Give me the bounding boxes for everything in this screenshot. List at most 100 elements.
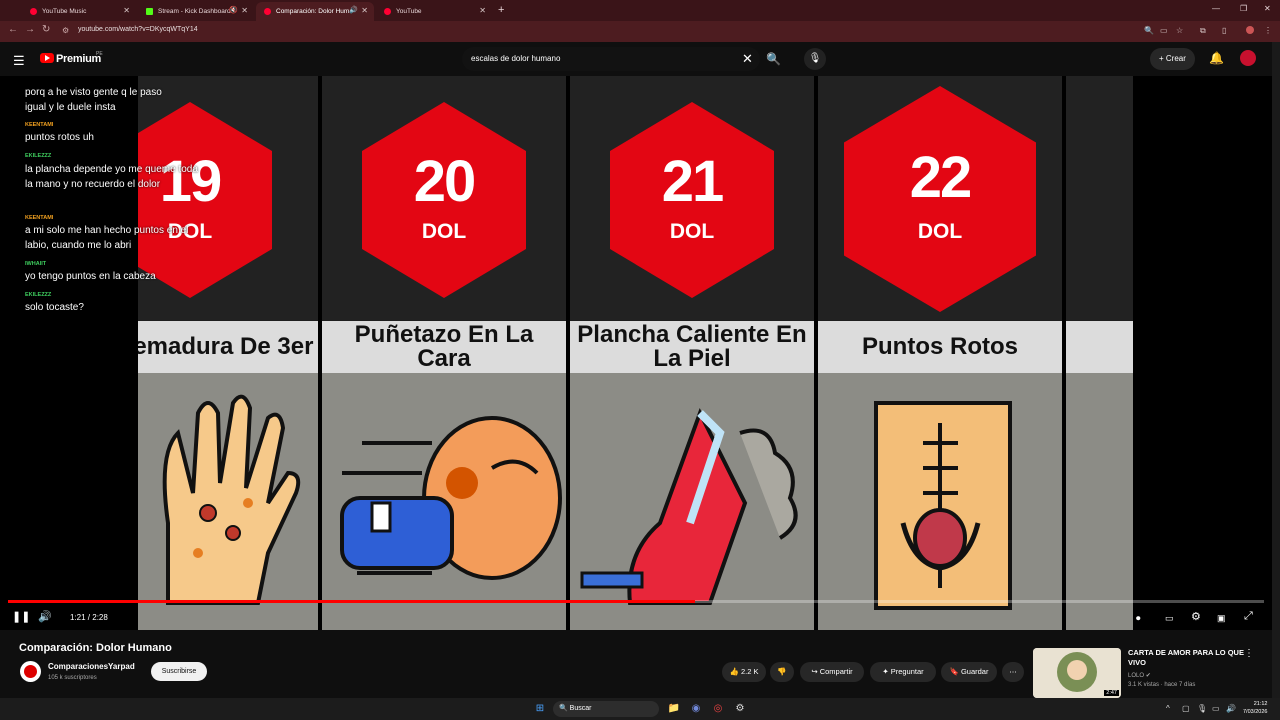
- recommended-meta: 3.1 K vistas · hace 7 días: [1128, 682, 1196, 688]
- new-tab-button[interactable]: +: [498, 4, 504, 16]
- pain-card-22: 22 DOL Puntos Rotos: [818, 76, 1062, 630]
- tray-chevron-icon[interactable]: ^: [1166, 704, 1170, 713]
- subscribe-button[interactable]: Suscribirse: [151, 662, 207, 681]
- tab-youtube-music[interactable]: YouTube Music ✕: [22, 2, 136, 21]
- create-button[interactable]: + Crear: [1150, 48, 1195, 70]
- file-explorer-icon[interactable]: 📁: [667, 702, 681, 716]
- share-icon: ↪: [811, 667, 818, 676]
- reload-icon[interactable]: ↻: [42, 24, 50, 35]
- channel-avatar[interactable]: [20, 661, 41, 682]
- tab-youtube[interactable]: YouTube ✕: [376, 2, 492, 21]
- sidebar-icon[interactable]: ▯: [1222, 26, 1226, 35]
- minimize-button[interactable]: —: [1212, 4, 1220, 13]
- hamburger-menu-icon[interactable]: ☰: [13, 53, 25, 69]
- like-button[interactable]: 👍 2.2 K: [722, 662, 766, 682]
- share-button[interactable]: ↪ Compartir: [800, 662, 864, 682]
- back-icon[interactable]: ←: [8, 24, 18, 35]
- muted-icon[interactable]: 🔇: [229, 6, 238, 14]
- verified-icon: ✔: [1145, 673, 1151, 679]
- youtube-logo-icon[interactable]: [40, 53, 54, 63]
- thumbs-down-icon: 👎: [777, 667, 787, 676]
- notifications-bell-icon[interactable]: 🔔: [1209, 51, 1224, 65]
- more-actions-button[interactable]: ⋯: [1002, 662, 1024, 682]
- channel-name[interactable]: ComparacionesYarpad: [48, 662, 135, 671]
- chat-username: KEENTAMI: [25, 215, 54, 221]
- site-info-icon[interactable]: ⚙: [62, 26, 69, 35]
- system-clock[interactable]: 21:12 7/03/2026: [1243, 700, 1267, 716]
- pain-card-20: 20 DOL Puñetazo En La Cara: [322, 76, 566, 630]
- sparkle-icon: ✦: [882, 667, 889, 676]
- close-tab-icon[interactable]: ✕: [479, 6, 486, 15]
- close-tab-icon[interactable]: ✕: [241, 6, 248, 15]
- bookmark-star-icon[interactable]: ☆: [1176, 26, 1183, 35]
- recommended-menu-icon[interactable]: ⋮: [1244, 648, 1254, 659]
- page-scrollbar[interactable]: [1272, 42, 1280, 698]
- windows-start-icon[interactable]: ⊞: [533, 702, 547, 716]
- chrome-icon[interactable]: ◎: [711, 702, 725, 716]
- close-tab-icon[interactable]: ✕: [361, 6, 368, 15]
- pain-card-label: Puntos Rotos: [818, 321, 1062, 373]
- broken-stitches-icon: [874, 401, 1012, 610]
- profile-icon[interactable]: [1246, 26, 1254, 34]
- tray-app-icon[interactable]: ▢: [1182, 704, 1190, 713]
- miniplayer-icon[interactable]: ▣: [1217, 613, 1226, 624]
- volume-icon[interactable]: 🔊: [38, 610, 52, 623]
- pause-icon[interactable]: ❚❚: [12, 610, 30, 623]
- chat-username: EKILEZZZ: [25, 153, 52, 159]
- recommended-video-title[interactable]: CARTA DE AMOR PARA LO QUE VIVO: [1128, 648, 1248, 668]
- video-progress-bar[interactable]: [8, 600, 1264, 603]
- tab-kick-dashboard[interactable]: Stream - Kick Dashboard 🔇 ✕: [138, 2, 254, 21]
- pain-level-badge: 20 DOL: [362, 102, 526, 298]
- close-window-button[interactable]: ✕: [1264, 4, 1271, 13]
- recommended-channel[interactable]: LOLO ✔: [1128, 672, 1151, 679]
- search-icon[interactable]: 🔍: [766, 52, 781, 66]
- video-duration: 2:47: [1104, 690, 1119, 696]
- pain-card-next: [1066, 76, 1133, 630]
- extensions-icon[interactable]: ⧉: [1200, 26, 1206, 36]
- chat-username: KEENTAMI: [25, 122, 54, 128]
- youtube-favicon-icon: [384, 8, 391, 15]
- avatar[interactable]: [1240, 50, 1256, 66]
- maximize-button[interactable]: ❐: [1240, 4, 1247, 13]
- youtube-premium-logo[interactable]: Premium: [56, 53, 101, 65]
- network-icon[interactable]: ▭: [1212, 704, 1220, 713]
- microphone-icon[interactable]: 🎙: [804, 48, 826, 70]
- youtube-favicon-icon: [264, 8, 271, 15]
- clear-search-icon[interactable]: ✕: [742, 51, 753, 67]
- discord-icon[interactable]: ◉: [689, 702, 703, 716]
- taskbar-search[interactable]: 🔍 Buscar: [553, 701, 659, 717]
- address-bar: ← → ↻ ⚙ youtube.com/watch?v=DKycqWTqY14 …: [0, 21, 1280, 42]
- subtitles-icon[interactable]: ▭: [1165, 613, 1174, 624]
- settings-gear-icon[interactable]: ⚙: [1191, 610, 1201, 623]
- autoplay-toggle-icon[interactable]: ⏺: [1136, 613, 1141, 624]
- recommended-video-thumbnail[interactable]: 2:47: [1033, 648, 1121, 698]
- chat-message: porq a he visto gente q le paso igual y …: [25, 87, 162, 113]
- dislike-button[interactable]: 👎: [770, 662, 794, 682]
- settings-app-icon[interactable]: ⚙: [733, 702, 747, 716]
- cast-icon[interactable]: ▭: [1160, 26, 1168, 35]
- youtube-music-favicon-icon: [30, 8, 37, 15]
- chat-message: la plancha depende yo me queme toda la m…: [25, 164, 198, 190]
- close-tab-icon[interactable]: ✕: [123, 6, 130, 15]
- chat-username: IWHAIIT: [25, 261, 47, 267]
- video-letterbox: [1133, 76, 1272, 630]
- forward-icon[interactable]: →: [25, 24, 35, 35]
- menu-dots-icon[interactable]: ⋮: [1264, 26, 1272, 35]
- tab-comparacion-dolor-humano[interactable]: Comparación: Dolor Humano 🔊 ✕: [256, 2, 374, 21]
- video-info-bar: Comparación: Dolor Humano ComparacionesY…: [0, 630, 1272, 698]
- chat-message: puntos rotos uh: [25, 132, 94, 143]
- search-input[interactable]: escalas de dolor humano: [471, 54, 560, 63]
- url-field[interactable]: youtube.com/watch?v=DKycqWTqY14: [78, 26, 198, 33]
- mic-tray-icon[interactable]: 🎙: [1197, 704, 1207, 713]
- pain-card-label: Plancha Caliente En La Piel: [570, 321, 814, 373]
- audio-playing-icon[interactable]: 🔊: [349, 6, 358, 14]
- youtube-header: ☰ Premium PE escalas de dolor humano ✕ 🔍…: [0, 42, 1280, 76]
- pain-level-badge: 22 DOL: [844, 86, 1036, 312]
- search-icon: 🔍: [559, 705, 568, 712]
- zoom-icon[interactable]: 🔍: [1144, 26, 1154, 35]
- speaker-tray-icon[interactable]: 🔊: [1226, 704, 1236, 713]
- search-box[interactable]: escalas de dolor humano ✕: [462, 47, 760, 71]
- save-button[interactable]: 🔖 Guardar: [941, 662, 997, 682]
- ask-button[interactable]: ✦ Preguntar: [870, 662, 936, 682]
- fullscreen-icon[interactable]: ⤢: [1244, 610, 1253, 623]
